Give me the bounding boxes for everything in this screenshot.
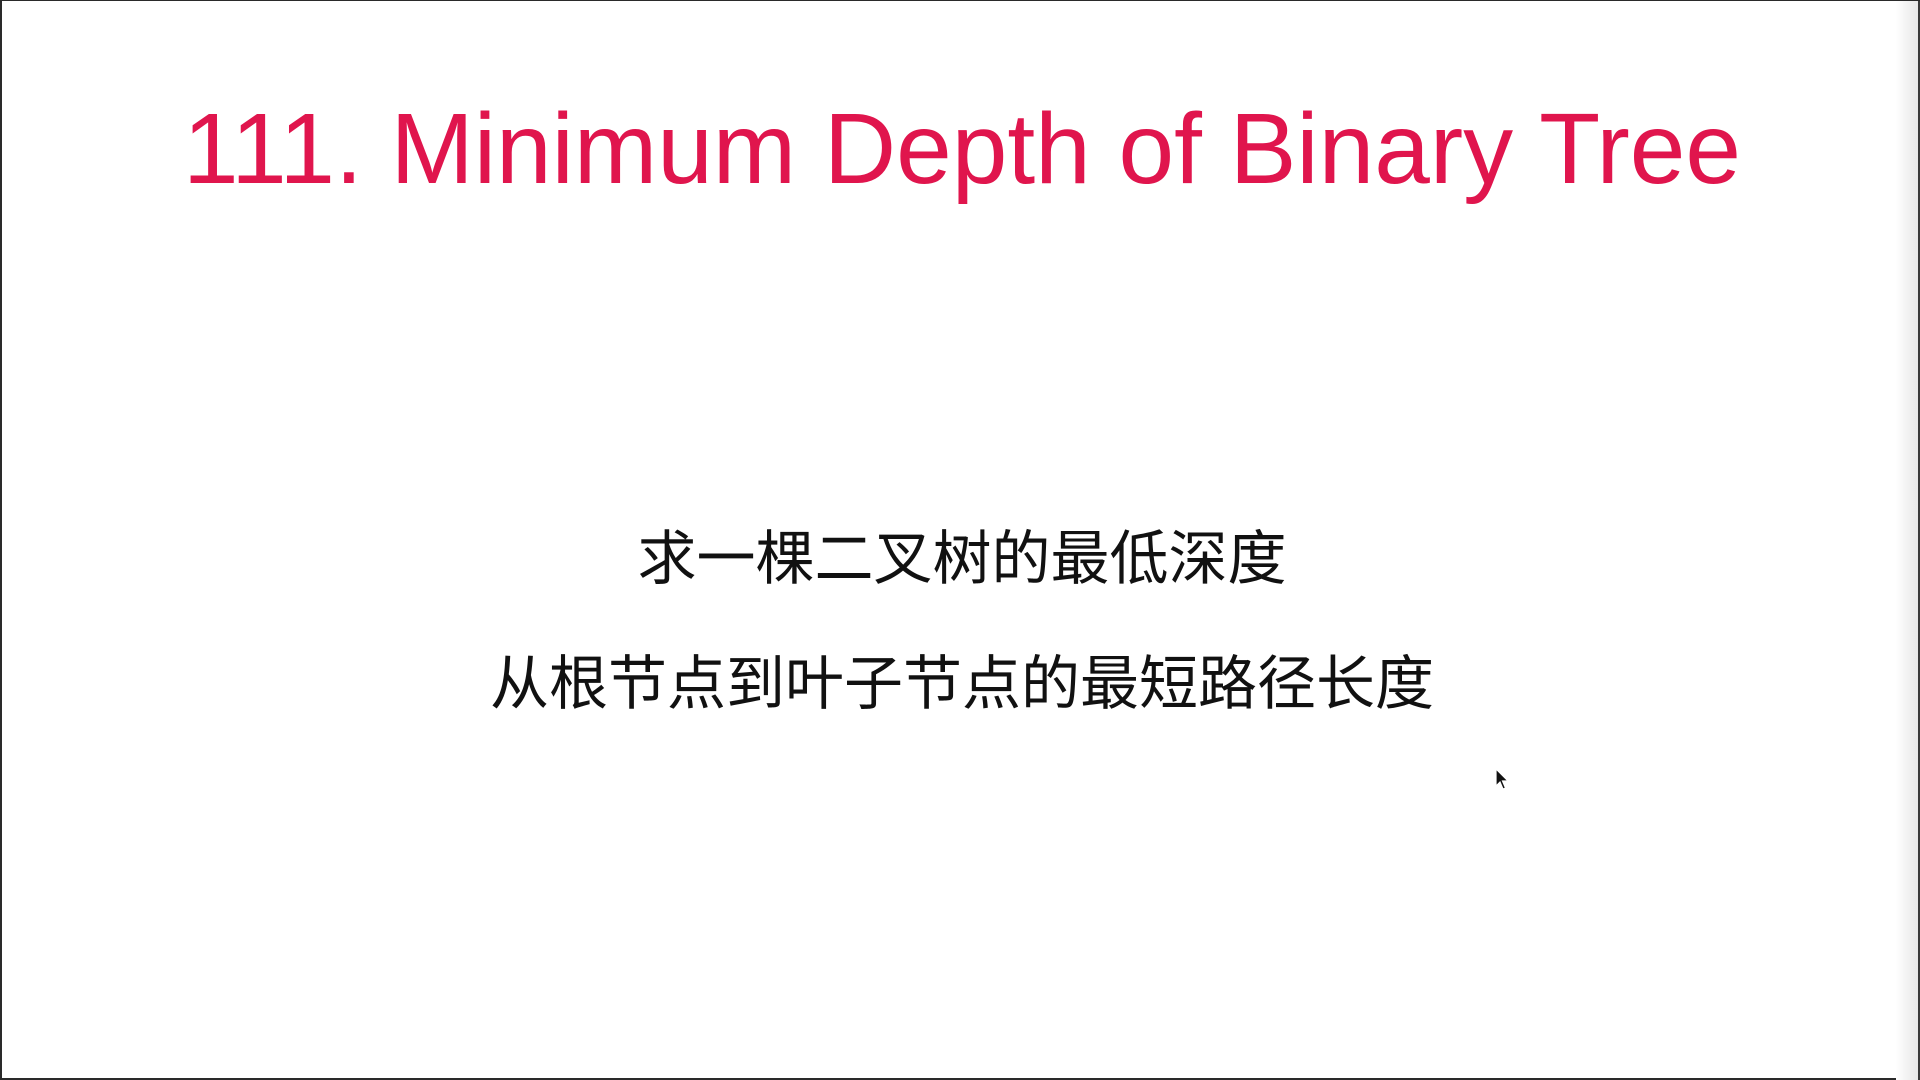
slide-canvas: 111. Minimum Depth of Binary Tree 求一棵二叉树… <box>0 0 1920 1080</box>
mouse-pointer-icon <box>1495 768 1510 790</box>
slide-title: 111. Minimum Depth of Binary Tree <box>182 93 1742 205</box>
problem-description-line-1: 求一棵二叉树的最低深度 <box>637 524 1287 593</box>
problem-description-line-2: 从根节点到叶子节点的最短路径长度 <box>489 649 1434 718</box>
